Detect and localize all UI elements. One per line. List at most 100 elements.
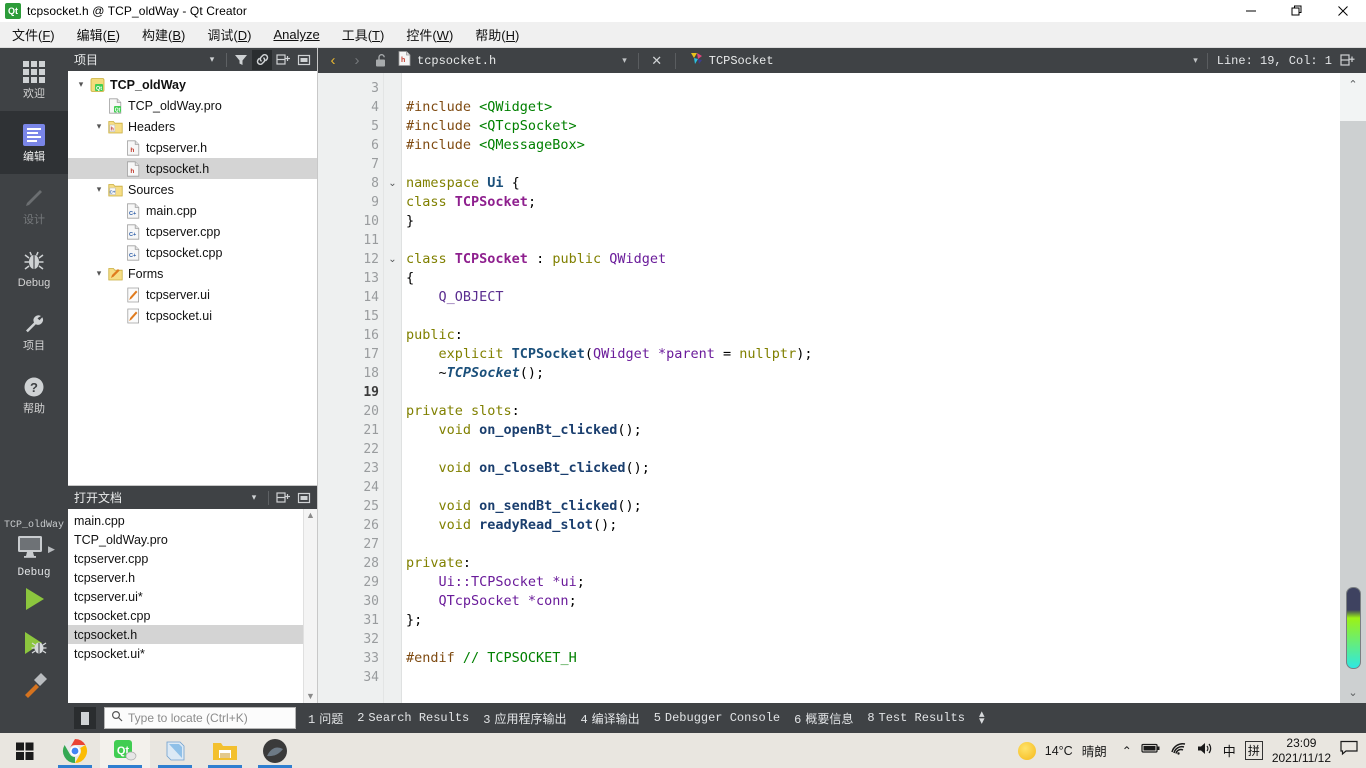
scroll-down-arrow-icon[interactable]: ⌄ (1340, 681, 1366, 703)
close-panel-icon[interactable] (294, 50, 314, 70)
tree-item[interactable]: C+ main.cpp (68, 200, 317, 221)
forward-arrow-icon[interactable]: › (346, 50, 368, 72)
wifi-icon[interactable] (1170, 741, 1187, 760)
menu-build[interactable]: 构建(B) (132, 22, 195, 47)
menu-help[interactable]: 帮助(H) (465, 22, 529, 47)
notepad-icon[interactable] (150, 733, 200, 768)
ime-language-indicator[interactable]: 中 (1223, 741, 1236, 760)
close-document-button[interactable]: ✕ (646, 50, 668, 72)
close-panel-icon[interactable] (294, 488, 314, 508)
mode-welcome[interactable]: 欢迎 (0, 48, 68, 111)
menu-analyze[interactable]: Analyze (263, 24, 329, 45)
open-document-item[interactable]: tcpsocket.cpp (68, 606, 317, 625)
mode-debug[interactable]: Debug (0, 237, 68, 300)
menu-tools[interactable]: 工具(T) (332, 22, 395, 47)
close-button[interactable] (1320, 0, 1366, 22)
tree-item[interactable]: Qt TCP_oldWay.pro (68, 95, 317, 116)
battery-icon[interactable] (1141, 741, 1161, 760)
menu-debug[interactable]: 调试(D) (197, 22, 261, 47)
menu-edit[interactable]: 编辑(E) (67, 22, 130, 47)
symbol-selector[interactable]: TCPSocket (683, 51, 774, 71)
chevron-down-icon[interactable]: ▾ (92, 121, 106, 132)
open-documents-scrollbar[interactable]: ▲ ▼ (303, 509, 317, 703)
output-pane-tab[interactable]: 2 Search Results (357, 711, 469, 725)
menu-window[interactable]: 控件(W) (396, 22, 463, 47)
filter-icon[interactable] (231, 50, 251, 70)
view-dropdown-icon[interactable]: ▾ (202, 50, 222, 70)
tree-item[interactable]: ▾ C+ Sources (68, 179, 317, 200)
output-pane-nav-arrows[interactable]: ▴ ▾ (979, 709, 985, 727)
chevron-down-icon[interactable]: ▾ (92, 184, 106, 195)
split-icon[interactable] (273, 488, 293, 508)
scrollbar-thumb[interactable] (1346, 587, 1361, 669)
mode-edit[interactable]: 编辑 (0, 111, 68, 174)
toggle-output-pane-icon[interactable] (74, 707, 96, 729)
target-selector-button[interactable]: ▶ (13, 533, 55, 566)
tree-item[interactable]: h tcpserver.h (68, 137, 317, 158)
tree-item[interactable]: h tcpsocket.h (68, 158, 317, 179)
open-documents-list[interactable]: main.cpp TCP_oldWay.pro tcpserver.cpp tcpse… (68, 509, 317, 703)
tree-item[interactable]: tcpserver.ui (68, 284, 317, 305)
view-dropdown-icon[interactable]: ▾ (244, 488, 264, 508)
split-icon[interactable] (273, 50, 293, 70)
chevron-down-icon[interactable]: ▾ (92, 268, 106, 279)
editor-file-selector[interactable]: h tcpsocket.h ▾ (394, 50, 631, 71)
run-button[interactable] (0, 579, 68, 623)
code-area[interactable]: 3 4 5 6 7 8 9 10 11 12 13 14 15 16 17 18 19 20 21 22 23 24 25 2… (318, 73, 1366, 703)
open-document-item[interactable]: tcpserver.h (68, 568, 317, 587)
open-document-item[interactable]: tcpsocket.ui* (68, 644, 317, 663)
fold-marker-icon[interactable]: ⌄ (384, 250, 401, 269)
media-app-icon[interactable] (250, 733, 300, 768)
scroll-up-arrow-icon[interactable]: ⌃ (1340, 73, 1366, 95)
ime-mode-indicator[interactable]: 拼 (1244, 741, 1263, 760)
fold-marker-column[interactable]: ⌄ ⌄ (384, 73, 402, 703)
qt-creator-icon[interactable]: Qt (100, 733, 150, 768)
minimize-button[interactable] (1228, 0, 1274, 22)
start-button-icon[interactable] (0, 733, 50, 768)
output-pane-tab[interactable]: 6 概要信息 (794, 710, 853, 727)
volume-icon[interactable] (1196, 741, 1214, 761)
tree-item[interactable]: ▾ Forms (68, 263, 317, 284)
code-text[interactable]: #include <QWidget> #include <QTcpSocket> #… (402, 73, 1366, 703)
start-debugging-button[interactable] (0, 623, 68, 667)
output-pane-tab[interactable]: 5 Debugger Console (654, 711, 780, 725)
output-pane-tab[interactable]: 1 问题 (308, 710, 343, 727)
tree-item[interactable]: tcpsocket.ui (68, 305, 317, 326)
open-document-item[interactable]: tcpsocket.h (68, 625, 317, 644)
maximize-button[interactable] (1274, 0, 1320, 22)
chevron-down-icon[interactable]: ▾ (1193, 55, 1198, 66)
clock[interactable]: 23:09 2021/11/12 (1272, 736, 1331, 766)
locator-input-wrapper[interactable]: Type to locate (Ctrl+K) (104, 707, 296, 729)
chrome-icon[interactable] (50, 733, 100, 768)
split-editor-icon[interactable] (1336, 50, 1358, 72)
project-tree[interactable]: ▾ Qt TCP_oldWay Qt TCP_oldWay.pro ▾ h Headers h t… (68, 71, 317, 485)
open-document-item[interactable]: TCP_oldWay.pro (68, 530, 317, 549)
output-pane-tab[interactable]: 8 Test Results (867, 711, 965, 725)
editor-scrollbar[interactable]: ⌃ ⌄ (1340, 73, 1366, 703)
nav-down-arrow-icon[interactable]: ▾ (979, 716, 985, 727)
fold-marker-icon[interactable]: ⌄ (384, 174, 401, 193)
tree-item[interactable]: C+ tcpserver.cpp (68, 221, 317, 242)
open-document-item[interactable]: tcpserver.cpp (68, 549, 317, 568)
file-explorer-icon[interactable] (200, 733, 250, 768)
tree-item[interactable]: C+ tcpsocket.cpp (68, 242, 317, 263)
menu-file[interactable]: 文件(F) (2, 22, 65, 47)
mode-help[interactable]: ? 帮助 (0, 363, 68, 426)
line-column-indicator[interactable]: Line: 19, Col: 1 (1217, 54, 1332, 68)
show-hidden-icons-chevron-icon[interactable]: ⌃ (1122, 744, 1132, 758)
output-pane-tab[interactable]: 4 编译输出 (580, 710, 639, 727)
mode-projects[interactable]: 项目 (0, 300, 68, 363)
output-pane-tab[interactable]: 3 应用程序输出 (483, 710, 566, 727)
chevron-down-icon[interactable]: ▾ (74, 79, 88, 90)
open-document-item[interactable]: tcpserver.ui* (68, 587, 317, 606)
scroll-down-arrow-icon[interactable]: ▼ (306, 690, 315, 703)
scroll-up-arrow-icon[interactable]: ▲ (306, 509, 315, 522)
back-arrow-icon[interactable]: ‹ (322, 50, 344, 72)
mode-design[interactable]: 设计 (0, 174, 68, 237)
tree-item[interactable]: ▾ Qt TCP_oldWay (68, 74, 317, 95)
sync-with-editor-icon[interactable] (252, 49, 272, 70)
notification-icon[interactable] (1340, 740, 1358, 761)
open-document-item[interactable]: main.cpp (68, 511, 317, 530)
tree-item[interactable]: ▾ h Headers (68, 116, 317, 137)
unlocked-padlock-icon[interactable] (370, 50, 392, 72)
